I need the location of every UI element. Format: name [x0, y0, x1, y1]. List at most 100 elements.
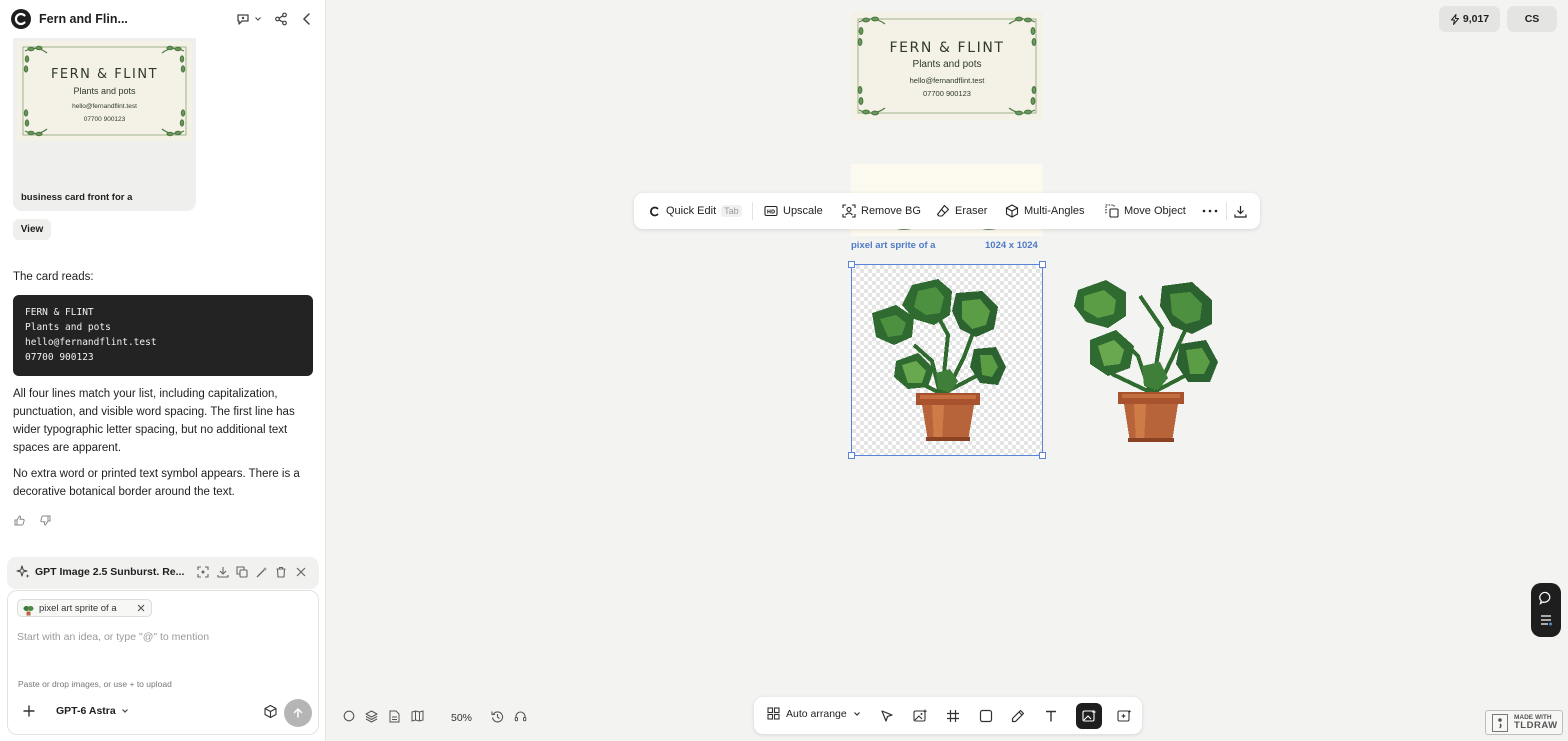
layers-list-button[interactable]: [1539, 613, 1553, 627]
image-generator-tool-button[interactable]: [1076, 703, 1102, 729]
chevron-left-icon: [301, 12, 313, 26]
eraser-button[interactable]: Eraser: [936, 201, 987, 221]
business-card-thumbnail[interactable]: FERN & FLINT Plants and pots hello@ferna…: [17, 41, 192, 141]
made-with-line2: TLDRAW: [1514, 720, 1558, 731]
move-object-icon: [1105, 204, 1119, 218]
more-options-button[interactable]: [1202, 201, 1218, 221]
generated-image-message[interactable]: FERN & FLINT Plants and pots hello@ferna…: [13, 38, 196, 211]
rectangle-icon: [979, 709, 993, 723]
thumbs-down-icon: [39, 514, 52, 527]
user-avatar[interactable]: CS: [1507, 6, 1557, 32]
reference-image-chip[interactable]: pixel art sprite of a: [17, 599, 152, 617]
thumbs-up-icon: [13, 514, 26, 527]
layers-icon: [365, 710, 378, 723]
text-tool-button[interactable]: [1040, 705, 1062, 727]
delete-button[interactable]: [275, 566, 287, 578]
plant-leaves: [872, 279, 1006, 395]
scan-icon: [197, 566, 209, 578]
frame-tool-button[interactable]: [942, 705, 964, 727]
select-tool-button[interactable]: [876, 705, 898, 727]
thumbs-down-button[interactable]: [39, 514, 52, 527]
prompt-input[interactable]: [17, 627, 307, 647]
eraser-icon: [936, 204, 950, 218]
made-with-text: MADE WITH TLDRAW: [1514, 714, 1560, 731]
selected-plant-sprite[interactable]: [848, 261, 1046, 459]
copy-button[interactable]: [236, 566, 248, 578]
multi-angles-button[interactable]: Multi-Angles: [1005, 201, 1085, 221]
support-button[interactable]: [514, 710, 527, 723]
open-chat-button[interactable]: [1539, 591, 1553, 605]
remove-chip-button[interactable]: [136, 602, 148, 614]
card-email: hello@fernandflint.test: [909, 76, 985, 85]
feedback-dropdown-button[interactable]: [236, 10, 262, 28]
view-button[interactable]: View: [13, 219, 51, 240]
selected-image-label: pixel art sprite of a: [851, 240, 936, 251]
auto-arrange-button[interactable]: Auto arrange: [767, 707, 861, 720]
project-title[interactable]: Fern and Flin...: [39, 12, 128, 26]
copy-icon: [236, 566, 248, 578]
made-with-tldraw-badge[interactable]: MADE WITH TLDRAW: [1485, 710, 1563, 735]
share-button[interactable]: [274, 10, 288, 28]
pencil-icon: [1011, 709, 1025, 723]
move-object-button[interactable]: Move Object: [1105, 201, 1186, 221]
card-tagline: Plants and pots: [912, 59, 982, 70]
resize-handle-top-right[interactable]: [1039, 261, 1046, 268]
pencil-tool-button[interactable]: [1007, 705, 1029, 727]
model-select-label: GPT-6 Astra: [56, 705, 116, 717]
magic-wand-button[interactable]: [256, 566, 268, 578]
history-button[interactable]: [491, 710, 504, 723]
auto-arrange-label: Auto arrange: [786, 707, 847, 720]
download-image-button[interactable]: [1234, 201, 1247, 221]
prompt-composer: pixel art sprite of a Paste or drop imag…: [7, 590, 319, 735]
person-frame-icon: [842, 204, 856, 218]
grid-icon: [767, 707, 780, 720]
code-line: 07700 900123: [25, 352, 94, 363]
eraser-label: Eraser: [955, 205, 988, 217]
app-logo[interactable]: [11, 9, 31, 29]
selected-image-size: 1024 x 1024: [985, 240, 1038, 251]
share-icon: [274, 12, 288, 26]
resize-handle-bottom-left[interactable]: [848, 452, 855, 459]
quick-edit-button[interactable]: Quick Edit Tab: [648, 201, 742, 221]
resize-handle-bottom-right[interactable]: [1039, 452, 1046, 459]
send-button[interactable]: [284, 699, 312, 727]
thumbs-up-button[interactable]: [13, 514, 26, 527]
card-email: hello@fernandflint.test: [72, 103, 137, 110]
assistant-paragraph: No extra word or printed text symbol app…: [13, 468, 300, 498]
rectangle-tool-button[interactable]: [975, 705, 997, 727]
model-select[interactable]: GPT-6 Astra: [56, 705, 129, 717]
upscale-button[interactable]: HD Upscale: [764, 201, 823, 221]
resize-handle-top-left[interactable]: [848, 261, 855, 268]
3d-mode-button[interactable]: [263, 704, 278, 719]
credits-badge[interactable]: 9,017: [1439, 6, 1500, 32]
download-model-button[interactable]: [217, 566, 229, 578]
image-tool-button[interactable]: [909, 705, 931, 727]
plant-sprite-variant[interactable]: [1068, 270, 1240, 450]
book-open-icon: [411, 710, 424, 722]
canvas[interactable]: 9,017 CS FERN & FLINT Plants and pots he…: [327, 0, 1568, 741]
circle-tool-button[interactable]: [343, 710, 355, 722]
canvas-business-card[interactable]: FERN & FLINT Plants and pots hello@ferna…: [851, 12, 1043, 120]
remove-bg-button[interactable]: Remove BG: [842, 201, 921, 221]
floating-chat-controls: [1531, 583, 1561, 637]
chip-label: pixel art sprite of a: [39, 603, 117, 614]
drawing-toolbar: Auto arrange: [754, 697, 1142, 734]
zoom-level[interactable]: 50%: [451, 712, 472, 724]
collapse-sidebar-button[interactable]: [301, 10, 313, 28]
multi-angles-label: Multi-Angles: [1024, 205, 1085, 217]
layers-button[interactable]: [365, 710, 378, 723]
move-object-label: Move Object: [1124, 205, 1186, 217]
sparkle-icon: [16, 565, 30, 584]
cursor-icon: [880, 709, 894, 723]
scan-button[interactable]: [197, 566, 209, 578]
plant-thumbnail-icon: [23, 603, 34, 621]
pages-button[interactable]: [389, 710, 400, 723]
more-horizontal-icon: [1202, 209, 1218, 213]
close-model-button[interactable]: [295, 566, 307, 578]
quick-edit-icon: [648, 205, 661, 218]
image-action-toolbar: Quick Edit Tab HD Upscale Remove BG Eras…: [634, 193, 1260, 229]
add-attachment-button[interactable]: [22, 704, 36, 718]
ai-tool-button[interactable]: [1113, 705, 1135, 727]
map-button[interactable]: [411, 710, 424, 722]
image-model-name[interactable]: GPT Image 2.5 Sunburst. Re...: [35, 566, 187, 578]
